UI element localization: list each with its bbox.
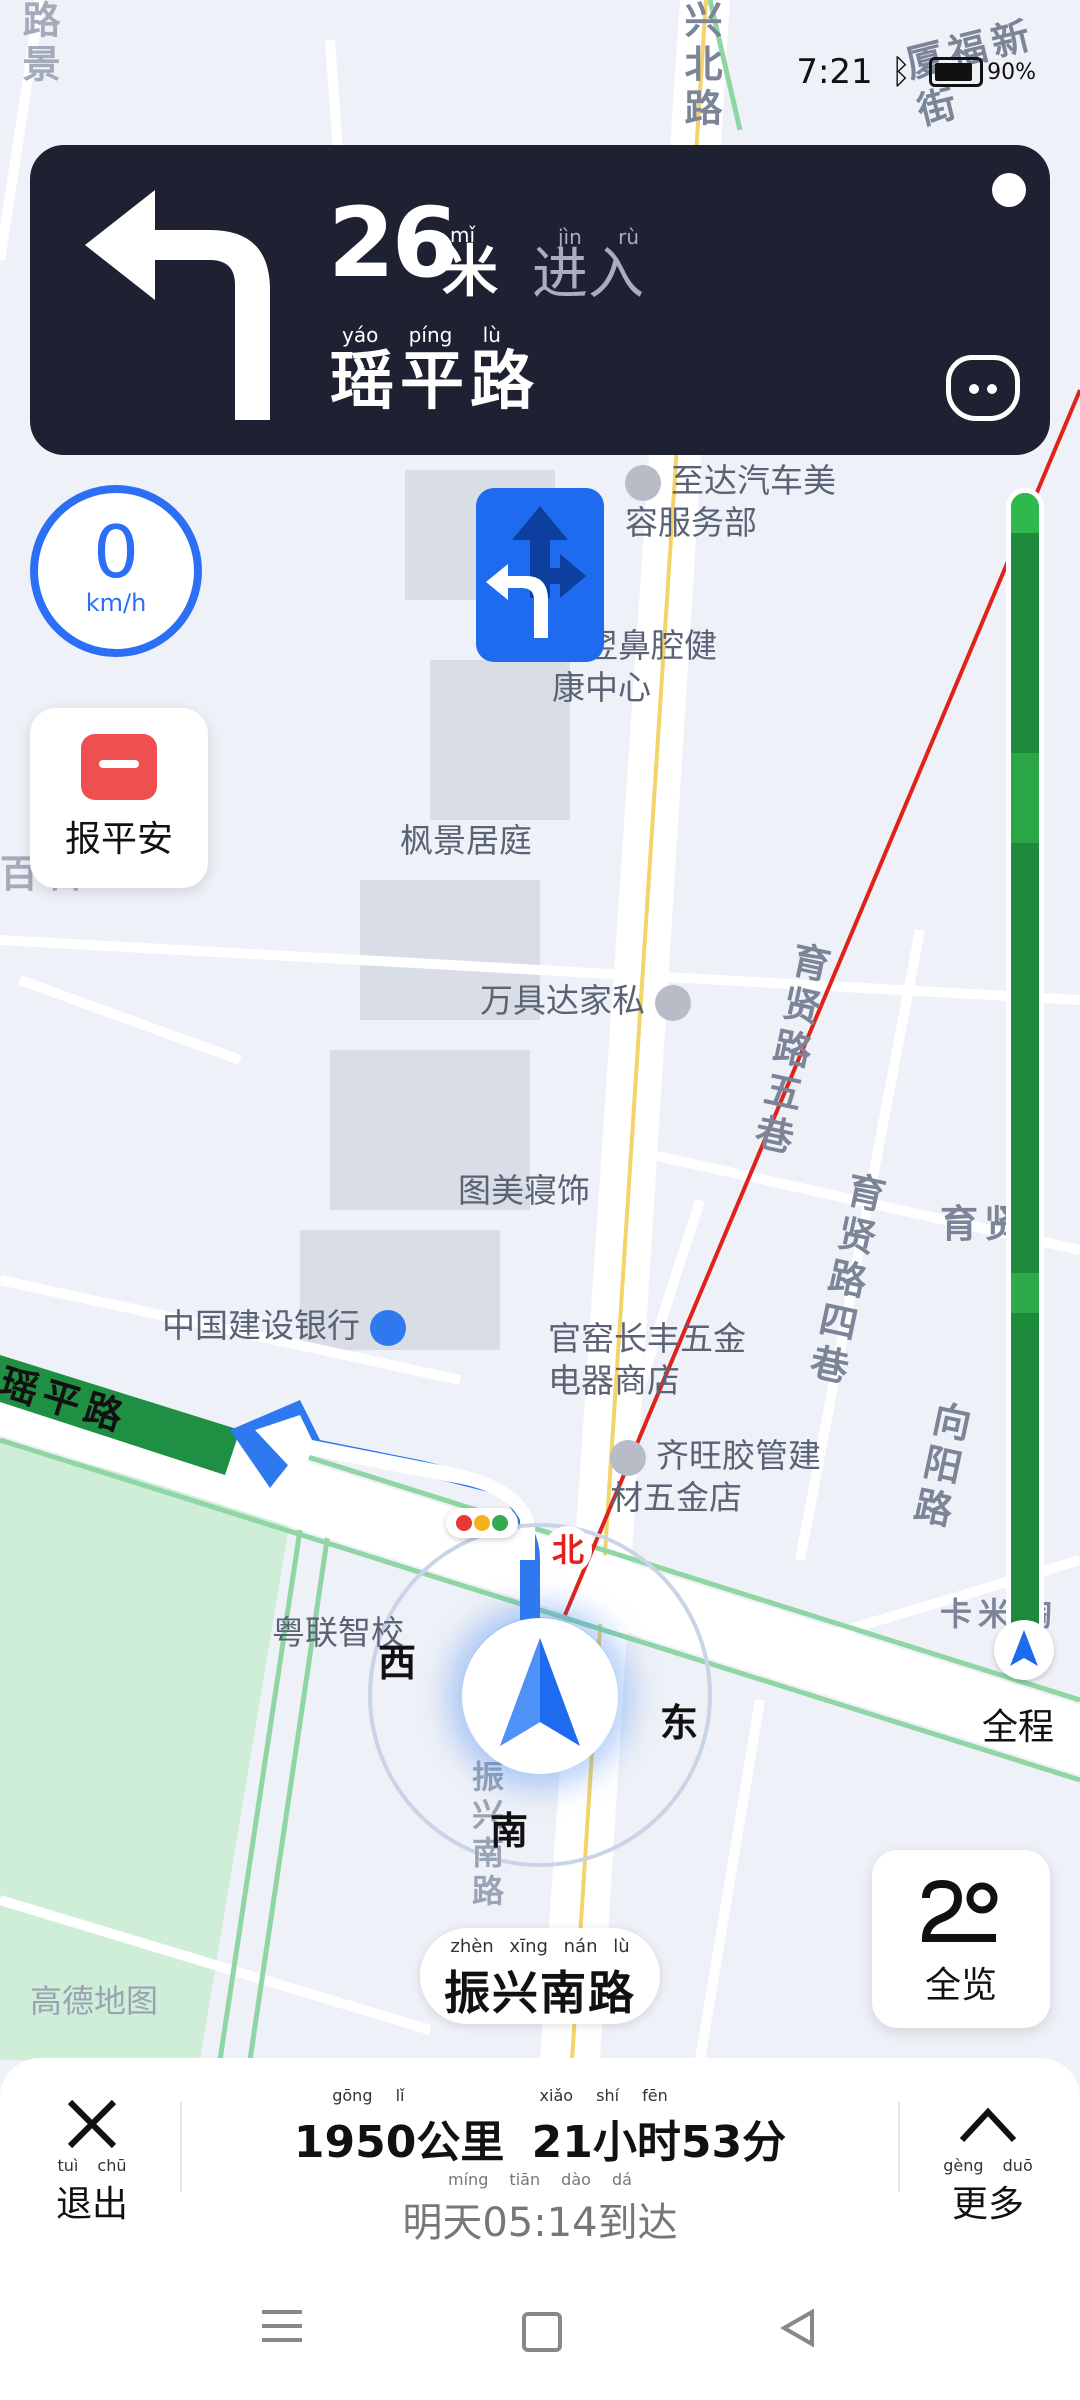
more-button[interactable]: gèng duō 更多 xyxy=(936,2096,1040,2236)
distance-unit: 米 xyxy=(442,240,498,305)
store-icon xyxy=(610,1439,646,1476)
arrival-pinyin: míng tiān dào dá xyxy=(448,2170,632,2189)
satellite-icon xyxy=(992,173,1026,207)
report-safe-button[interactable]: 报平安 xyxy=(30,708,208,888)
exit-label: 退出 xyxy=(55,2184,128,2225)
guidance-card[interactable]: 26 mǐ 米 jìn rù 进入 yáo píng lù 瑶平路 xyxy=(30,145,1050,455)
current-location-marker xyxy=(462,1618,618,1774)
status-time: 7:21 xyxy=(796,52,873,92)
road-label: 兴北路 xyxy=(678,0,722,132)
car-icon xyxy=(625,464,661,501)
compass-south: 南 xyxy=(490,1809,529,1853)
distance-value: 26 xyxy=(328,187,459,299)
duration-pinyin: xiǎo shí fēn xyxy=(539,2086,668,2105)
overview-label: 全览 xyxy=(924,1965,997,2006)
chevron-up-icon xyxy=(959,2107,1017,2143)
current-road-name: 振兴南路 xyxy=(444,1966,636,2020)
navigation-arrow-icon xyxy=(1010,1630,1038,1666)
route-overview-icon xyxy=(921,1879,998,1942)
next-road-name: 瑶平路 xyxy=(330,345,540,419)
current-road-pill: zhèn xīng nán lù 振兴南路 xyxy=(420,1928,660,2024)
overview-button[interactable]: 全览 xyxy=(872,1850,1050,2028)
divider xyxy=(898,2102,900,2192)
speed-indicator: 0 km/h xyxy=(30,485,202,657)
status-bar: 7:21 ᛒ 90% xyxy=(796,52,1036,92)
progress-label: 全程 xyxy=(982,1707,1055,1748)
exit-pinyin: tuì chū xyxy=(57,2156,127,2175)
current-road-pinyin: zhèn xīng nán lù xyxy=(450,1936,630,1957)
route-progress-bar xyxy=(1006,488,1044,1648)
distance-unit-pinyin: gōng lǐ xyxy=(332,2086,405,2105)
store-icon xyxy=(655,984,691,1021)
trip-distance: 1950公里 xyxy=(293,2117,505,2168)
poi-label[interactable]: 枫景居庭 xyxy=(400,820,532,862)
home-button[interactable] xyxy=(522,2312,562,2352)
compass-north: 北 xyxy=(544,1526,592,1574)
bluetooth-icon: ᛒ xyxy=(890,52,912,92)
voice-assistant-icon[interactable] xyxy=(946,355,1020,421)
arrival-time: 明天05:14到达 xyxy=(402,2200,678,2246)
divider xyxy=(180,2102,182,2192)
guidance-action: 进入 xyxy=(532,242,644,307)
compass-west: 西 xyxy=(378,1641,417,1685)
poi-label[interactable]: 万具达家私 xyxy=(480,980,701,1022)
exit-button[interactable]: tuì chū 退出 xyxy=(40,2096,144,2236)
back-icon xyxy=(779,2308,814,2348)
navigation-arrow-icon xyxy=(500,1638,580,1746)
poi-label[interactable]: 图美寝饰 xyxy=(458,1170,590,1212)
more-label: 更多 xyxy=(951,2184,1024,2225)
battery-icon xyxy=(929,57,984,87)
recent-apps-button[interactable] xyxy=(262,2310,302,2342)
map-watermark: 高德地图 xyxy=(30,1982,159,2020)
more-pinyin: gèng duō xyxy=(943,2156,1033,2175)
poi-label[interactable]: 官窑长丰五金电器商店 xyxy=(548,1318,748,1402)
close-icon xyxy=(67,2099,117,2149)
bank-icon xyxy=(370,1309,406,1346)
back-button[interactable] xyxy=(779,2308,816,2352)
poi-label[interactable]: 齐旺胶管建材五金店 xyxy=(610,1435,830,1519)
speed-value: 0 xyxy=(93,510,139,594)
poi-label[interactable]: 至达汽车美容服务部 xyxy=(625,460,865,544)
trip-summary: gōng lǐ xiǎo shí fēn 1950公里 21小时53分 míng… xyxy=(210,2086,870,2248)
progress-position-marker xyxy=(994,1620,1054,1680)
envelope-icon xyxy=(81,734,157,800)
poi-label[interactable]: 中国建设银行 xyxy=(162,1305,416,1347)
road-label: 路景 xyxy=(16,0,60,88)
compass-east: 东 xyxy=(660,1701,699,1745)
report-safe-label: 报平安 xyxy=(64,819,173,860)
trip-duration: 21小时53分 xyxy=(531,2117,787,2168)
traffic-light-icon xyxy=(446,1508,518,1538)
battery-percent: 90% xyxy=(987,59,1036,85)
lane-guidance xyxy=(476,488,604,662)
lane-arrows-icon xyxy=(486,506,586,638)
turn-left-icon xyxy=(85,190,270,420)
speed-unit: km/h xyxy=(85,589,147,617)
